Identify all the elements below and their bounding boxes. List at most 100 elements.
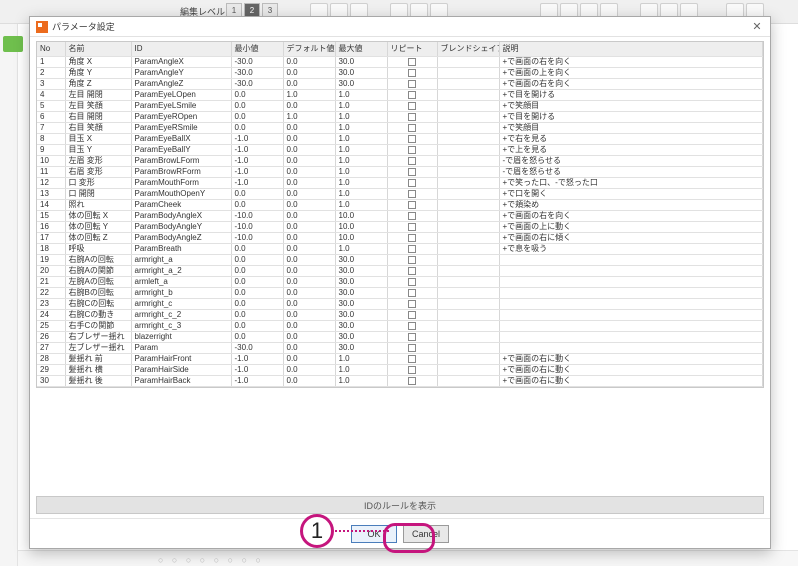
cell-name[interactable]: 右ブレザー揺れ <box>65 332 131 343</box>
cell-blend[interactable] <box>437 365 499 376</box>
cell-name[interactable]: 右眉 変形 <box>65 167 131 178</box>
cell-no[interactable]: 29 <box>37 365 65 376</box>
cell-blend[interactable] <box>437 233 499 244</box>
cell-min[interactable]: 0.0 <box>231 332 283 343</box>
cell-def[interactable]: 0.0 <box>283 101 335 112</box>
cell-min[interactable]: 0.0 <box>231 321 283 332</box>
cell-max[interactable]: 30.0 <box>335 277 387 288</box>
cell-desc[interactable]: +で口を開く <box>499 189 763 200</box>
cancel-button[interactable]: Cancel <box>403 525 449 543</box>
cell-id[interactable]: ParamBreath <box>131 244 231 255</box>
repeat-checkbox[interactable] <box>408 355 416 363</box>
cell-def[interactable]: 0.0 <box>283 123 335 134</box>
cell-max[interactable]: 1.0 <box>335 167 387 178</box>
cell-min[interactable]: -30.0 <box>231 57 283 68</box>
cell-def[interactable]: 0.0 <box>283 211 335 222</box>
cell-desc[interactable]: +で上を見る <box>499 145 763 156</box>
table-row[interactable]: 13口 開閉ParamMouthOpenY0.00.01.0+で口を開く <box>37 189 763 200</box>
cell-no[interactable]: 13 <box>37 189 65 200</box>
cell-no[interactable]: 12 <box>37 178 65 189</box>
repeat-checkbox[interactable] <box>408 146 416 154</box>
cell-no[interactable]: 26 <box>37 332 65 343</box>
table-row[interactable]: 5左目 笑顔ParamEyeLSmile0.00.01.0+で笑顔目 <box>37 101 763 112</box>
cell-min[interactable]: 0.0 <box>231 244 283 255</box>
cell-def[interactable]: 0.0 <box>283 354 335 365</box>
cell-max[interactable]: 10.0 <box>335 233 387 244</box>
cell-id[interactable]: ParamEyeLOpen <box>131 90 231 101</box>
cell-max[interactable]: 1.0 <box>335 156 387 167</box>
cell-repeat[interactable] <box>387 189 437 200</box>
cell-no[interactable]: 19 <box>37 255 65 266</box>
cell-name[interactable]: 体の回転 Z <box>65 233 131 244</box>
cell-max[interactable]: 10.0 <box>335 211 387 222</box>
cell-repeat[interactable] <box>387 200 437 211</box>
cell-no[interactable]: 3 <box>37 79 65 90</box>
cell-id[interactable]: ParamMouthForm <box>131 178 231 189</box>
cell-max[interactable]: 10.0 <box>335 222 387 233</box>
cell-no[interactable]: 4 <box>37 90 65 101</box>
cell-blend[interactable] <box>437 90 499 101</box>
cell-max[interactable]: 30.0 <box>335 79 387 90</box>
cell-min[interactable]: 0.0 <box>231 112 283 123</box>
cell-desc[interactable]: +で画面の右を向く <box>499 211 763 222</box>
show-id-rules-button[interactable]: IDのルールを表示 <box>36 496 764 514</box>
cell-id[interactable]: ParamAngleZ <box>131 79 231 90</box>
cell-id[interactable]: armleft_a <box>131 277 231 288</box>
col-id[interactable]: ID <box>131 42 231 57</box>
col-repeat[interactable]: リピート <box>387 42 437 57</box>
table-row[interactable]: 17体の回転 ZParamBodyAngleZ-10.00.010.0+で画面の… <box>37 233 763 244</box>
cell-repeat[interactable] <box>387 211 437 222</box>
cell-blend[interactable] <box>437 332 499 343</box>
cell-id[interactable]: ParamEyeRSmile <box>131 123 231 134</box>
cell-def[interactable]: 0.0 <box>283 310 335 321</box>
cell-no[interactable]: 10 <box>37 156 65 167</box>
cell-name[interactable]: 髪揺れ 横 <box>65 365 131 376</box>
cell-def[interactable]: 0.0 <box>283 156 335 167</box>
cell-name[interactable]: 体の回転 X <box>65 211 131 222</box>
cell-min[interactable]: -1.0 <box>231 354 283 365</box>
cell-desc[interactable]: +で笑顔目 <box>499 101 763 112</box>
cell-id[interactable]: ParamEyeLSmile <box>131 101 231 112</box>
repeat-checkbox[interactable] <box>408 245 416 253</box>
cell-blend[interactable] <box>437 244 499 255</box>
cell-no[interactable]: 23 <box>37 299 65 310</box>
cell-blend[interactable] <box>437 277 499 288</box>
repeat-checkbox[interactable] <box>408 223 416 231</box>
cell-name[interactable]: 左腕Aの回転 <box>65 277 131 288</box>
cell-def[interactable]: 0.0 <box>283 266 335 277</box>
cell-id[interactable]: ParamHairSide <box>131 365 231 376</box>
col-def[interactable]: デフォルト値 <box>283 42 335 57</box>
cell-blend[interactable] <box>437 222 499 233</box>
cell-blend[interactable] <box>437 310 499 321</box>
cell-name[interactable]: 呼吸 <box>65 244 131 255</box>
cell-max[interactable]: 30.0 <box>335 332 387 343</box>
cell-def[interactable]: 0.0 <box>283 222 335 233</box>
cell-desc[interactable]: +で画面の上に動く <box>499 222 763 233</box>
cell-repeat[interactable] <box>387 222 437 233</box>
cell-no[interactable]: 2 <box>37 68 65 79</box>
cell-name[interactable]: 右手Cの関節 <box>65 321 131 332</box>
repeat-checkbox[interactable] <box>408 201 416 209</box>
cell-name[interactable]: 角度 Y <box>65 68 131 79</box>
cell-min[interactable]: -1.0 <box>231 167 283 178</box>
cell-desc[interactable]: +で目を開ける <box>499 90 763 101</box>
cell-max[interactable]: 30.0 <box>335 68 387 79</box>
cell-min[interactable]: 0.0 <box>231 255 283 266</box>
cell-desc[interactable]: +で画面の右を向く <box>499 57 763 68</box>
cell-no[interactable]: 30 <box>37 376 65 387</box>
cell-min[interactable]: 0.0 <box>231 90 283 101</box>
cell-desc[interactable]: +で笑顔目 <box>499 123 763 134</box>
cell-min[interactable]: 0.0 <box>231 101 283 112</box>
cell-no[interactable]: 8 <box>37 134 65 145</box>
cell-no[interactable]: 21 <box>37 277 65 288</box>
cell-id[interactable]: ParamEyeROpen <box>131 112 231 123</box>
cell-min[interactable]: -1.0 <box>231 156 283 167</box>
repeat-checkbox[interactable] <box>408 168 416 176</box>
cell-no[interactable]: 1 <box>37 57 65 68</box>
cell-min[interactable]: -10.0 <box>231 211 283 222</box>
repeat-checkbox[interactable] <box>408 212 416 220</box>
cell-name[interactable]: 左眉 変形 <box>65 156 131 167</box>
cell-id[interactable]: Param <box>131 343 231 354</box>
cell-min[interactable]: -10.0 <box>231 233 283 244</box>
cell-blend[interactable] <box>437 145 499 156</box>
